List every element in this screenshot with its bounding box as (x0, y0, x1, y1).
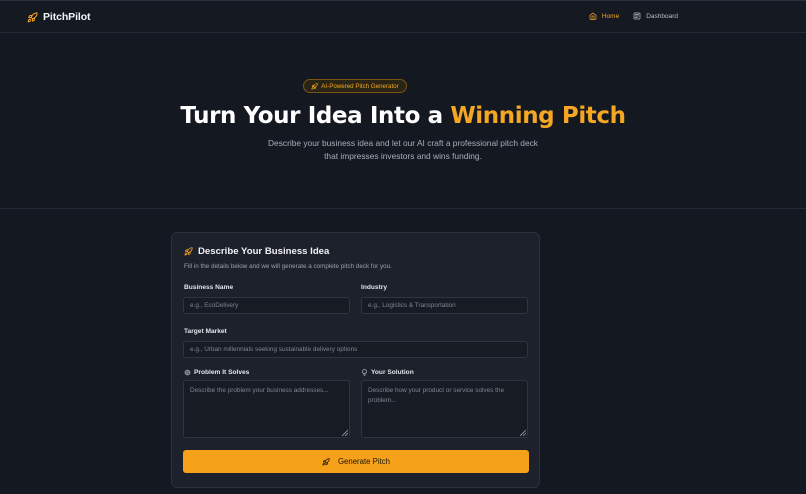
industry-input[interactable] (361, 297, 528, 314)
business-idea-form: Describe Your Business Idea Fill in the … (171, 232, 540, 488)
hero-title-accent: Winning Pitch (450, 103, 626, 129)
generate-pitch-label: Generate Pitch (337, 457, 390, 466)
problem-label: Problem It Solves (184, 369, 249, 376)
target-market-input[interactable] (183, 341, 528, 358)
nav-item-dashboard[interactable]: Dashboard (633, 12, 678, 20)
solution-label-text: Your Solution (371, 369, 414, 376)
ai-badge: AI-Powered Pitch Generator (303, 79, 407, 93)
resize-handle-icon[interactable] (342, 430, 348, 436)
main-nav: Home Dashboard (589, 12, 678, 20)
business-name-input[interactable] (183, 297, 350, 314)
nav-item-label: Home (601, 12, 620, 20)
brand-name: PitchPilot (43, 11, 91, 23)
hero-section: AI-Powered Pitch Generator Turn Your Ide… (0, 33, 806, 209)
rocket-icon (311, 82, 319, 90)
brand-logo[interactable]: PitchPilot (27, 11, 91, 23)
hero-subtitle-line2: that impresses investors and wins fundin… (324, 151, 482, 161)
nav-item-label: Dashboard (646, 12, 678, 20)
badge-label: AI-Powered Pitch Generator (321, 82, 399, 90)
dashboard-icon (633, 12, 641, 20)
industry-label: Industry (361, 284, 388, 291)
nav-item-home[interactable]: Home (589, 12, 619, 20)
top-navbar: PitchPilot Home Dashboard (0, 0, 806, 33)
generate-pitch-button[interactable]: Generate Pitch (183, 450, 529, 473)
main-content: Describe Your Business Idea Fill in the … (0, 210, 806, 494)
solution-label: Your Solution (361, 369, 414, 376)
form-title-text: Describe Your Business Idea (198, 246, 330, 257)
hero-subtitle-line1: Describe your business idea and let our … (267, 138, 538, 148)
resize-handle-icon[interactable] (520, 430, 526, 436)
rocket-icon (322, 457, 330, 466)
solution-textarea[interactable] (361, 380, 528, 438)
hero-title: Turn Your Idea Into a Winning Pitch (0, 103, 806, 129)
business-name-label: Business Name (184, 284, 234, 291)
target-market-label: Target Market (184, 328, 227, 335)
form-title: Describe Your Business Idea (184, 246, 329, 257)
rocket-icon (184, 247, 193, 256)
rocket-icon (27, 11, 38, 22)
problem-label-text: Problem It Solves (194, 369, 250, 376)
home-icon (589, 12, 597, 20)
hero-subtitle: Describe your business idea and let our … (203, 137, 603, 163)
hero-title-main: Turn Your Idea Into a (180, 103, 443, 129)
form-subtitle: Fill in the details below and we will ge… (184, 263, 392, 270)
problem-textarea[interactable] (183, 380, 350, 438)
target-icon (184, 369, 191, 376)
lightbulb-icon (362, 369, 367, 376)
